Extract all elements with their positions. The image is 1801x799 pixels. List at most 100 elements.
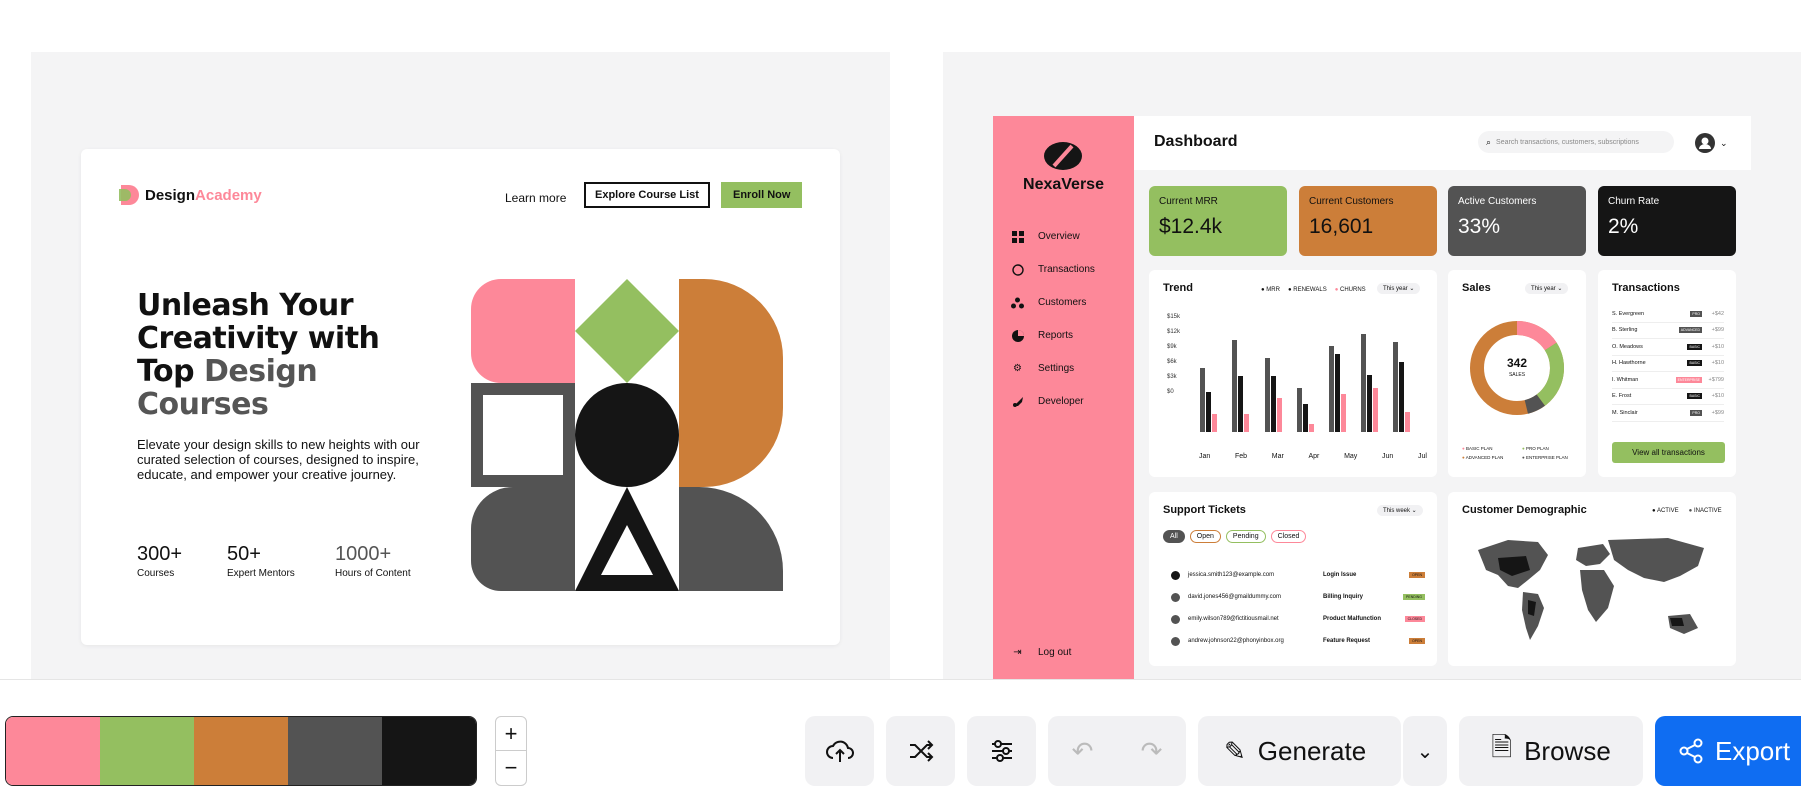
x-tick: Jun	[1382, 453, 1394, 460]
ticket-row[interactable]: jessica.smith123@example.com Login Issue O…	[1171, 564, 1425, 586]
kpi-title: Current Customers	[1309, 196, 1394, 207]
sidebar-item-overview[interactable]: Overview	[1011, 230, 1080, 243]
stat-value: 50+	[227, 543, 261, 565]
swatch-2[interactable]	[100, 717, 194, 785]
logo-mark-icon	[119, 185, 139, 205]
filter-pending[interactable]: Pending	[1225, 530, 1266, 543]
export-button[interactable]: Export	[1655, 716, 1801, 786]
sidebar: NexaVerse Overview Transactions Customer…	[993, 116, 1134, 680]
plan-badge: BASIC	[1687, 360, 1702, 367]
chevron-down-icon: ⌄	[1416, 740, 1434, 763]
dashboard-mockup: NexaVerse Overview Transactions Customer…	[993, 116, 1751, 680]
trend-period-select[interactable]: This year ⌄	[1377, 283, 1421, 294]
rocket-icon	[1011, 395, 1024, 408]
generate-label: Generate	[1257, 735, 1367, 766]
stat-hours: 1000+ Hours of Content	[335, 543, 411, 579]
period-label: This week	[1383, 508, 1411, 514]
learn-more-link[interactable]: Learn more	[505, 191, 566, 205]
filter-open[interactable]: Open	[1189, 530, 1221, 543]
browse-button[interactable]: 🗎 Browse	[1459, 716, 1643, 786]
transaction-row[interactable]: O. Meadows BASIC +$10	[1612, 339, 1724, 356]
transaction-name: H. Hawthorne	[1612, 360, 1646, 367]
legend-label: ADVANCED PLAN	[1465, 455, 1504, 460]
kpi-title: Active Customers	[1458, 196, 1537, 207]
stat-value: 300+	[137, 543, 183, 565]
transaction-name: E. Frost	[1612, 393, 1632, 400]
share-icon	[1679, 738, 1703, 764]
nav-label: Customers	[1038, 297, 1087, 308]
explore-course-list-button[interactable]: Explore Course List	[584, 182, 710, 208]
logout-button[interactable]: ⇥ Log out	[1011, 646, 1071, 659]
transaction-row[interactable]: I. Whitman ENTERPRISE +$799	[1612, 372, 1724, 389]
sidebar-item-reports[interactable]: Reports	[1011, 329, 1073, 342]
sidebar-item-developer[interactable]: Developer	[1011, 395, 1084, 408]
adjust-button[interactable]	[967, 716, 1036, 786]
transaction-name: S. Evergreen	[1612, 310, 1645, 317]
enroll-now-button[interactable]: Enroll Now	[721, 182, 803, 208]
logout-icon: ⇥	[1013, 647, 1022, 658]
transaction-amount: +$99	[1711, 327, 1724, 334]
shuffle-button[interactable]	[886, 716, 955, 786]
demographic-legend: ● ACTIVE ● INACTIVE	[1652, 508, 1722, 514]
legend-label: MRR	[1266, 287, 1280, 293]
generate-options-dropdown[interactable]: ⌄	[1403, 716, 1447, 786]
transaction-row[interactable]: M. Sinclair PRO +$99	[1612, 405, 1724, 422]
plan-badge: PRO	[1690, 409, 1702, 416]
legend-label: PRO PLAN	[1525, 446, 1549, 451]
sidebar-item-customers[interactable]: Customers	[1011, 296, 1086, 309]
ticket-avatar	[1171, 614, 1180, 624]
y-tick: $15k	[1167, 314, 1181, 320]
legend-enterprise: ● ENTERPRISE PLAN	[1522, 455, 1568, 460]
legend-churns: ● CHURNS	[1334, 287, 1366, 293]
swatch-5[interactable]	[382, 717, 476, 785]
sidebar-item-transactions[interactable]: Transactions	[1011, 263, 1095, 276]
filter-closed[interactable]: Closed	[1270, 530, 1307, 543]
sales-period-select[interactable]: This year ⌄	[1525, 283, 1569, 294]
kpi-current-mrr: Current MRR $12.4k	[1149, 186, 1287, 256]
shuffle-icon	[909, 740, 933, 762]
legend-mrr: ● MRR	[1261, 287, 1280, 293]
ticket-avatar	[1171, 592, 1180, 602]
minus-icon[interactable]: −	[496, 751, 526, 785]
demographic-title: Customer Demographic	[1462, 504, 1587, 516]
transactions-title: Transactions	[1612, 282, 1680, 294]
tickets-period-select[interactable]: This week ⌄	[1377, 505, 1423, 516]
kpi-value: 33%	[1458, 215, 1501, 238]
trend-x-ticks: Jan Feb Mar Apr May Jun Jul	[1199, 453, 1427, 460]
x-tick: Mar	[1271, 453, 1284, 460]
ticket-row[interactable]: david.jones456@gmaildummy.com Billing Inq…	[1171, 586, 1425, 608]
swatch-3[interactable]	[194, 717, 288, 785]
transactions-list: S. Evergreen PRO +$42 B. Sterling ADVANCED +$…	[1612, 306, 1724, 422]
plus-icon[interactable]: +	[496, 717, 526, 751]
ticket-row[interactable]: emily.wilson789@fictitiousmail.net Produc…	[1171, 608, 1425, 630]
sidebar-item-settings[interactable]: ⚙ Settings	[1011, 362, 1074, 375]
view-all-transactions-button[interactable]: View all transactions	[1612, 442, 1725, 463]
filter-all[interactable]: All	[1163, 530, 1185, 543]
transaction-row[interactable]: S. Evergreen PRO +$42	[1612, 306, 1724, 323]
ticket-avatar	[1171, 636, 1180, 646]
transaction-row[interactable]: B. Sterling ADVANCED +$99	[1612, 323, 1724, 339]
ticket-row[interactable]: andrew.johnson22@phonyinbox.org Feature R…	[1171, 630, 1425, 652]
generate-button[interactable]: ✎ Generate	[1198, 716, 1401, 786]
x-tick: Apr	[1308, 453, 1320, 460]
swatch-4[interactable]	[288, 717, 382, 785]
undo-icon[interactable]: ↶	[1072, 736, 1094, 767]
geometric-art-illustration	[471, 279, 783, 591]
swatch-1[interactable]	[6, 717, 100, 785]
transaction-row[interactable]: E. Frost BASIC +$10	[1612, 389, 1724, 405]
ticket-email: emily.wilson789@fictitiousmail.net	[1188, 616, 1279, 622]
transaction-row[interactable]: H. Hawthorne BASIC +$10	[1612, 356, 1724, 372]
page-title: Dashboard	[1154, 133, 1238, 150]
ticket-email: david.jones456@gmaildummy.com	[1188, 594, 1282, 600]
user-menu[interactable]: ⌄	[1695, 133, 1728, 153]
search-input[interactable]: ⌕ Search transactions, customers, subscr…	[1478, 131, 1674, 153]
transaction-amount: +$10	[1711, 360, 1724, 367]
hero-subtitle: Elevate your design skills to new height…	[137, 437, 420, 482]
legend-pro: ● PRO PLAN	[1522, 446, 1549, 451]
cloud-upload-icon	[825, 740, 854, 762]
redo-icon[interactable]: ↷	[1141, 736, 1163, 767]
gear-icon: ⚙	[1013, 363, 1022, 374]
upload-button[interactable]	[805, 716, 874, 786]
stat-courses: 300+ Courses	[137, 543, 182, 579]
design-academy-logo[interactable]: Design Academy	[119, 185, 262, 205]
